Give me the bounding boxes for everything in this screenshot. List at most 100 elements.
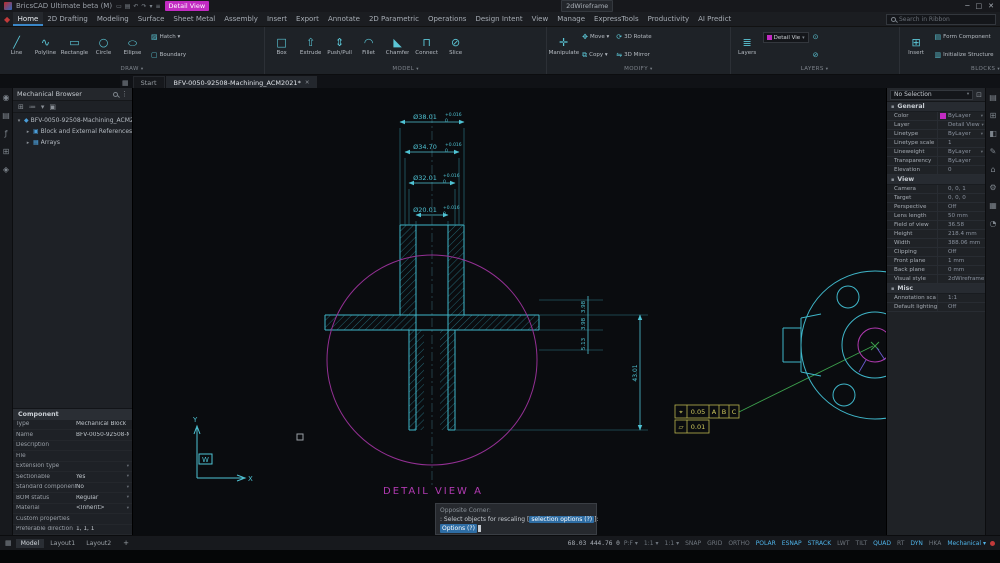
menu-tab[interactable]: Annotate xyxy=(323,12,364,26)
ribbon-button[interactable]: ○ Ellipse xyxy=(118,28,147,64)
browser-search-icon[interactable] xyxy=(113,92,118,97)
ribbon-small-button[interactable]: ⊘ xyxy=(810,47,824,65)
ribbon-small-button[interactable]: ⊙ xyxy=(810,28,824,46)
right-rail-icon[interactable]: ⚙ xyxy=(989,183,996,192)
ribbon-group-label[interactable]: DRAW▾ xyxy=(2,64,262,74)
add-layout-button[interactable]: + xyxy=(120,539,132,547)
property-row[interactable]: Clipping Off xyxy=(887,248,985,257)
status-toggle[interactable]: QUAD xyxy=(873,540,891,547)
ribbon-button[interactable]: ≣ Layers xyxy=(733,28,762,64)
tree-expander-icon[interactable]: ▸ xyxy=(25,129,31,135)
ribbon-small-button[interactable]: ⧉ Copy ▾ xyxy=(579,47,612,65)
ribbon-small-button[interactable]: ▨ Hatch ▾ xyxy=(148,28,189,46)
status-toggle[interactable]: DYN xyxy=(910,540,922,547)
section-header[interactable]: ▪ General xyxy=(887,102,985,112)
ribbon-button[interactable]: ╱ Line xyxy=(2,28,31,64)
status-toggle[interactable]: TILT xyxy=(856,540,868,547)
status-toggle[interactable]: SNAP xyxy=(685,540,701,547)
property-row[interactable]: Lineweight ByLayer ▾ xyxy=(887,148,985,157)
window-button[interactable]: ─ xyxy=(965,2,969,10)
layout-tab[interactable]: Model xyxy=(16,539,45,548)
status-toggle[interactable]: HKA xyxy=(929,540,941,547)
right-rail-icon[interactable]: ▤ xyxy=(989,93,997,102)
layout-tab[interactable]: Layout1 xyxy=(45,539,80,548)
menu-tab[interactable]: AI Predict xyxy=(694,12,736,26)
browser-tool-icon[interactable]: ▣ xyxy=(49,103,56,111)
ribbon-button[interactable]: ⇕ Push/Pull xyxy=(325,28,354,64)
left-rail-icon[interactable]: ▤ xyxy=(2,111,10,120)
component-property-row[interactable]: BOM status Regular ▾ xyxy=(13,493,132,504)
status-toggle[interactable]: 1:1 ▾ xyxy=(644,540,659,547)
ribbon-group-label[interactable]: BLOCKS▾ xyxy=(902,64,1000,74)
left-rail-icon[interactable]: ⊞ xyxy=(3,147,10,156)
component-property-row[interactable]: Description xyxy=(13,441,132,452)
property-row[interactable]: Target 0, 0, 0 xyxy=(887,194,985,203)
component-property-row[interactable]: File xyxy=(13,451,132,462)
ribbon-button[interactable]: ⇧ Extrude xyxy=(296,28,325,64)
property-row[interactable]: Linetype ByLayer ▾ xyxy=(887,130,985,139)
ribbon-group-label[interactable]: MODIFY▾ xyxy=(549,64,728,74)
drawing-canvas[interactable]: Ø38.01 +0.016 0 Ø34.70 +0.016 0 Ø32.01 +… xyxy=(133,88,886,535)
ribbon-search[interactable]: Search in Ribbon xyxy=(886,14,996,25)
right-rail-icon[interactable]: ◔ xyxy=(990,219,997,228)
status-toggle[interactable]: GRID xyxy=(707,540,722,547)
component-property-row[interactable]: Custom properties xyxy=(13,514,132,525)
component-property-row[interactable]: Name BFV-0050-92508-Machining xyxy=(13,430,132,441)
property-row[interactable]: Default lighting Off xyxy=(887,303,985,312)
tree-item[interactable]: ▸ ▦ Arrays xyxy=(13,137,132,148)
browser-tool-icon[interactable]: ▾ xyxy=(41,103,45,111)
menu-tab[interactable]: Sheet Metal xyxy=(169,12,220,26)
property-row[interactable]: Elevation 0 xyxy=(887,166,985,175)
ribbon-group-label[interactable]: MODEL▾ xyxy=(267,64,544,74)
quick-access-icon[interactable]: ▭ xyxy=(116,3,122,10)
component-property-row[interactable]: Extension type ▾ xyxy=(13,462,132,473)
status-toggle[interactable]: Mechanical ▾ xyxy=(947,540,986,547)
ribbon-button[interactable]: ⊘ Slice xyxy=(441,28,470,64)
ribbon-small-button[interactable]: ▢ Boundary xyxy=(148,47,189,65)
ribbon-small-button[interactable]: ▥ Initialize Structure xyxy=(932,47,997,65)
property-row[interactable]: Lens length 50 mm xyxy=(887,212,985,221)
command-input-line[interactable]: Options (?) xyxy=(440,524,592,533)
left-rail-icon[interactable]: ƒ xyxy=(5,129,8,138)
tree-expander-icon[interactable]: ▸ xyxy=(25,140,31,146)
ribbon-button[interactable]: ⊞ Insert xyxy=(902,28,931,64)
menu-tab[interactable]: 2D Drafting xyxy=(43,12,93,26)
component-property-row[interactable]: Sectionable Yes ▾ xyxy=(13,472,132,483)
property-row[interactable]: Width 388.06 mm xyxy=(887,239,985,248)
menu-tab[interactable]: View xyxy=(527,12,553,26)
right-rail-icon[interactable]: ▦ xyxy=(989,201,997,210)
command-autocomplete-chip[interactable]: Options (?) xyxy=(440,524,477,533)
section-header[interactable]: ▪ View xyxy=(887,175,985,185)
ribbon-button[interactable]: ✛ Manipulate xyxy=(549,28,578,64)
left-rail-icon[interactable]: ◈ xyxy=(3,165,9,174)
menu-app-icon[interactable]: ◆ xyxy=(4,15,10,24)
right-rail-icon[interactable]: ✎ xyxy=(990,147,997,156)
ribbon-button[interactable]: □ Box xyxy=(267,28,296,64)
component-property-row[interactable]: Material <Inherit> ▾ xyxy=(13,504,132,515)
quick-access-icon[interactable]: ≡ xyxy=(156,3,161,10)
menu-tab[interactable]: Design Intent xyxy=(471,12,527,26)
property-row[interactable]: Linetype scale 1 xyxy=(887,139,985,148)
property-row[interactable]: Color ByLayer ▾ xyxy=(887,112,985,121)
tree-item[interactable]: ▸ ▣ Block and External References xyxy=(13,126,132,137)
menu-tab[interactable]: Surface xyxy=(133,12,169,26)
browser-menu-icon[interactable]: ⋮ xyxy=(121,90,128,98)
layer-dropdown[interactable]: Detail Vie ▾ xyxy=(763,32,809,43)
component-property-row[interactable]: Preferable direction 1, 1, 1 xyxy=(13,525,132,536)
status-toggle[interactable]: P:F ▾ xyxy=(624,540,638,547)
tree-item[interactable]: ▾ ◆ BFV-0050-92508-Machining_ACM2021 xyxy=(13,115,132,126)
property-row[interactable]: Perspective Off xyxy=(887,203,985,212)
property-row[interactable]: Back plane 0 mm xyxy=(887,266,985,275)
component-property-row[interactable]: Type Mechanical Block xyxy=(13,420,132,431)
quick-access-icon[interactable]: ▾ xyxy=(149,3,152,10)
quick-access-icon[interactable]: ↶ xyxy=(133,3,138,10)
property-row[interactable]: Visual style 2dWireframe ▾ xyxy=(887,275,985,284)
close-tab-icon[interactable]: ✕ xyxy=(305,80,310,86)
property-row[interactable]: Annotation sca 1:1 xyxy=(887,294,985,303)
tab-list-icon[interactable]: ▦ xyxy=(122,79,129,87)
status-toggle[interactable]: ORTHO xyxy=(728,540,749,547)
window-button[interactable]: □ xyxy=(976,2,983,10)
right-rail-icon[interactable]: ⊞ xyxy=(990,111,997,120)
ribbon-button[interactable]: ○ Circle xyxy=(89,28,118,64)
status-toggle[interactable]: POLAR xyxy=(756,540,776,547)
